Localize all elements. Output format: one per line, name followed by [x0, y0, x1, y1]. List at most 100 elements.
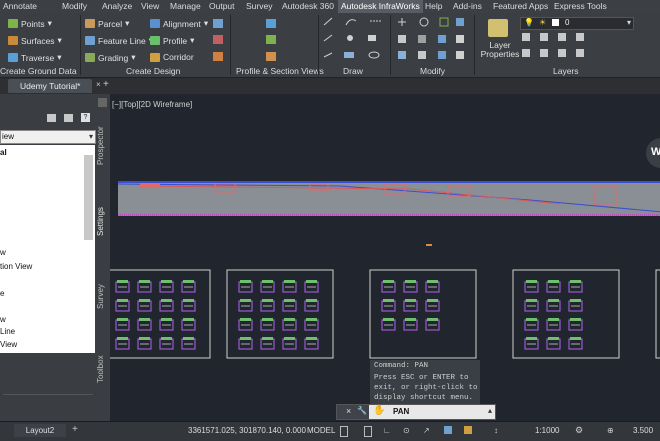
panel-separator [474, 15, 475, 75]
menu-express-tools[interactable]: Express Tools [554, 1, 607, 11]
section-view-icon[interactable] [266, 35, 276, 44]
menu-manage[interactable]: Manage [170, 1, 201, 11]
view-dropdown[interactable]: iew ▾ [0, 130, 96, 144]
tree-item[interactable]: tion View [0, 262, 32, 271]
close-icon[interactable]: × [346, 406, 351, 416]
tab-toolbox[interactable]: Toolbox [96, 352, 109, 386]
profile-view-icon[interactable] [266, 19, 276, 28]
grid-icon[interactable] [340, 426, 348, 437]
menu-survey[interactable]: Survey [246, 1, 272, 11]
menu-help[interactable]: Help [425, 1, 442, 11]
annotation-scale[interactable]: 1:1000 [535, 426, 559, 435]
workspace-icon[interactable]: ⊕ [607, 426, 614, 435]
drawing-canvas[interactable]: [−][Top][2D Wireframe] W Command: PAN Pr… [110, 94, 660, 424]
menu-add-ins[interactable]: Add-ins [453, 1, 482, 11]
profile-button[interactable]: Profile ▾ [150, 35, 194, 46]
layer-tool-icon [540, 49, 548, 57]
tree-item[interactable]: Line [0, 327, 15, 336]
tab-prospector[interactable]: Prospector [96, 126, 109, 166]
parcel-icon [85, 19, 95, 28]
menu-autodesk-360[interactable]: Autodesk 360 [282, 1, 334, 11]
copy-icon [456, 18, 464, 26]
section-view-cell [524, 299, 539, 312]
section-view-cell [181, 280, 196, 293]
tree-item[interactable]: w [0, 248, 6, 257]
command-input[interactable]: PAN [393, 407, 409, 416]
menu-modify[interactable]: Modify [62, 1, 87, 11]
ortho-icon[interactable]: ∟ [383, 426, 391, 435]
chevron-down-icon: ▾ [47, 18, 52, 28]
grading-button[interactable]: Grading ▾ [85, 52, 136, 63]
menu-featured-apps[interactable]: Featured Apps [493, 1, 548, 11]
modify-tools[interactable] [396, 17, 468, 65]
tree-scrollbar[interactable] [84, 155, 93, 240]
menu-view[interactable]: View [141, 1, 159, 11]
command-line[interactable]: × 🔧 ✋ PAN ▴ [336, 404, 496, 420]
snap-icon[interactable] [364, 426, 372, 437]
palette-grip-icon[interactable] [98, 98, 107, 107]
corridor-button[interactable]: Corridor [150, 52, 194, 62]
section-view-cell [304, 337, 319, 350]
section-view-cell [238, 318, 253, 331]
menu-output[interactable]: Output [209, 1, 235, 11]
section-view-cell [304, 299, 319, 312]
corridor-icon [150, 52, 160, 62]
close-tab-icon[interactable]: × [96, 80, 101, 89]
wrench-icon[interactable]: 🔧 [357, 406, 367, 415]
selection-icon[interactable] [464, 426, 472, 434]
menu-autodesk-infraworks[interactable]: Autodesk InfraWorks [338, 0, 423, 13]
traverse-button[interactable]: Traverse ▾ [8, 52, 62, 63]
section-view-cell [425, 318, 440, 331]
section-view-cell [568, 318, 583, 331]
panel-label-create-design: Create Design [126, 66, 181, 76]
section-view-cell [403, 299, 418, 312]
tab-survey[interactable]: Survey [96, 282, 109, 312]
palette-divider [3, 394, 93, 395]
design-tool-icon[interactable] [213, 52, 223, 61]
section-view-cell [546, 337, 561, 350]
add-layout-button[interactable]: + [72, 424, 78, 435]
tree-item[interactable]: View [0, 340, 17, 349]
section-view-cell [524, 337, 539, 350]
dynamic-input-icon[interactable] [444, 426, 452, 434]
panel-label-draw: Draw [343, 66, 363, 76]
tree-item[interactable]: al [0, 148, 7, 157]
scale-icon[interactable]: ↕ [494, 426, 498, 435]
chevron-down-icon: ▾ [125, 18, 130, 28]
alignment-button[interactable]: Alignment ▾ [150, 18, 208, 29]
menu-analyze[interactable]: Analyze [102, 1, 132, 11]
layout-tab[interactable]: Layout2 [14, 424, 66, 437]
osnap-icon[interactable]: ↗ [423, 426, 430, 435]
surfaces-button[interactable]: Surfaces ▾ [8, 35, 62, 46]
palette-tool-icon[interactable] [47, 114, 56, 122]
chevron-up-icon[interactable]: ▴ [488, 406, 492, 415]
tree-item[interactable]: e [0, 289, 4, 298]
gear-icon[interactable]: ⚙ [575, 425, 583, 436]
draw-tools[interactable] [322, 17, 386, 65]
design-tool-icon[interactable] [213, 35, 223, 44]
palette-tool-icon[interactable] [64, 114, 73, 122]
model-space-button[interactable]: MODEL [307, 426, 335, 435]
array-icon [398, 51, 406, 59]
section-view-cell [181, 299, 196, 312]
design-tool-icon[interactable] [213, 19, 223, 28]
layer-tools[interactable] [522, 33, 632, 63]
new-tab-button[interactable]: + [103, 79, 109, 90]
circle-icon [347, 35, 353, 41]
layer-properties-button[interactable]: Layer Properties [480, 41, 520, 59]
help-icon[interactable]: ? [81, 113, 90, 122]
polar-icon[interactable]: ⊙ [403, 426, 410, 435]
panel-label-modify: Modify [420, 66, 446, 76]
points-button[interactable]: Points ▾ [8, 18, 52, 29]
menu-annotate[interactable]: Annotate [3, 1, 37, 11]
tree-item[interactable]: w [0, 315, 6, 324]
layer-dropdown[interactable]: 💡 ☀ 0 ▾ [520, 17, 634, 30]
feature-line-button[interactable]: Feature Line▾ [85, 35, 153, 46]
layer-properties-icon[interactable] [488, 19, 508, 37]
sample-lines-icon[interactable] [266, 52, 276, 61]
tab-settings[interactable]: Settings [96, 204, 109, 240]
parcel-button[interactable]: Parcel ▾ [85, 18, 129, 29]
line-icon [323, 17, 333, 26]
doc-tab[interactable]: Udemy Tutorial* [8, 79, 92, 93]
section-view-cell [524, 280, 539, 293]
